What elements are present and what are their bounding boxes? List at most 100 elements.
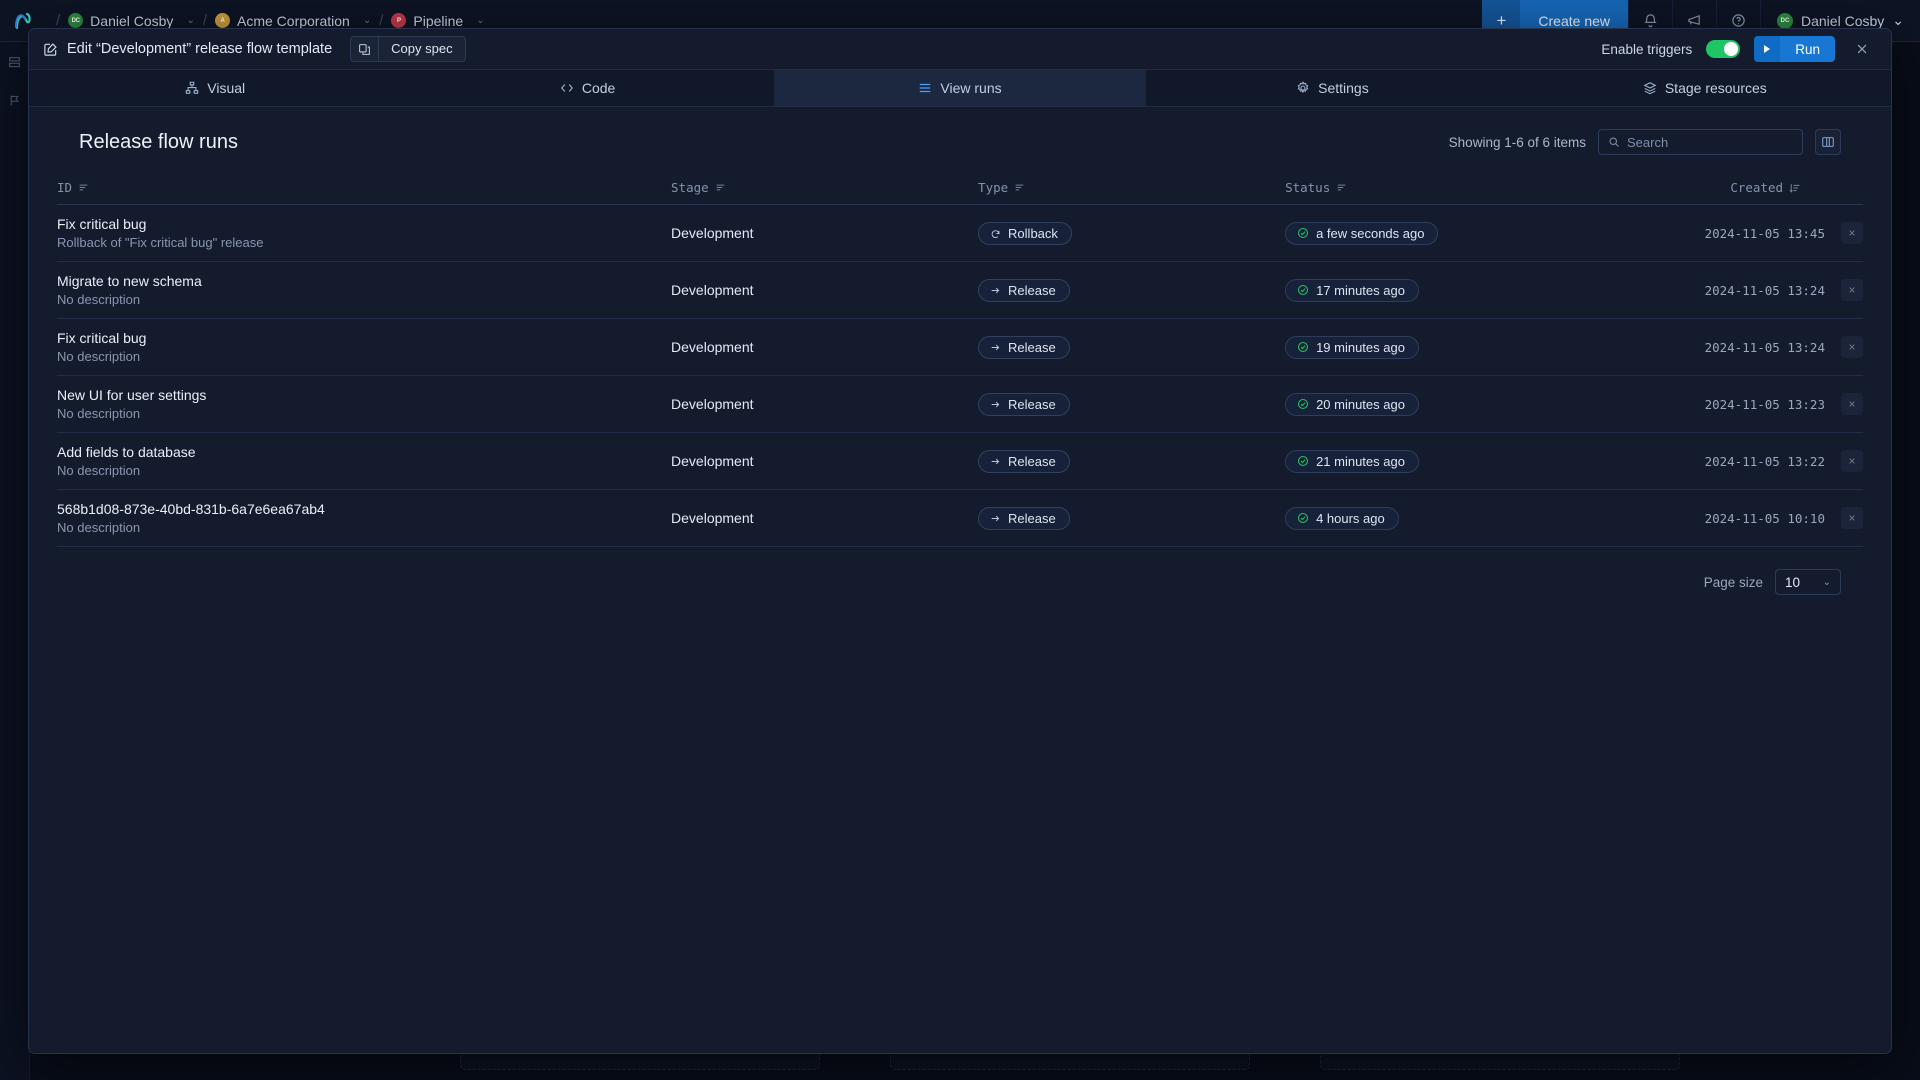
chevron-down-icon[interactable]: ⌄ bbox=[186, 15, 194, 26]
cell-created: 2024-11-05 13:23 × bbox=[1592, 375, 1863, 433]
breadcrumb-label: Pipeline bbox=[413, 12, 464, 29]
table-row[interactable]: Fix critical bug No description Developm… bbox=[57, 318, 1863, 376]
background-sidebar[interactable] bbox=[0, 42, 30, 1080]
org-avatar-icon: A bbox=[215, 13, 230, 28]
cell-created: 2024-11-05 13:24 × bbox=[1592, 261, 1863, 319]
user-avatar-icon: DC bbox=[68, 13, 84, 28]
type-label: Release bbox=[1008, 453, 1056, 469]
table-row[interactable]: Add fields to database No description De… bbox=[57, 432, 1863, 490]
run-label: Run bbox=[1795, 41, 1820, 57]
enable-triggers-toggle[interactable] bbox=[1706, 40, 1741, 58]
breadcrumb-separator: / bbox=[56, 12, 61, 29]
breadcrumb-item-pipeline[interactable]: P Pipeline ⌄ bbox=[391, 12, 485, 29]
column-header-id[interactable]: ID bbox=[57, 171, 672, 205]
check-circle-icon bbox=[1297, 455, 1309, 467]
breadcrumb-label: Daniel Cosby bbox=[90, 12, 174, 29]
check-circle-icon bbox=[1297, 227, 1309, 239]
pencil-square-icon bbox=[43, 42, 58, 57]
user-name: Daniel Cosby bbox=[1801, 12, 1885, 29]
enable-triggers-label: Enable triggers bbox=[1601, 41, 1693, 57]
chevron-down-icon[interactable]: ⌄ bbox=[1892, 12, 1904, 29]
run-description: No description bbox=[57, 463, 141, 478]
column-header-created[interactable]: Created bbox=[1592, 171, 1863, 205]
status-label: 21 minutes ago bbox=[1316, 453, 1405, 469]
cell-stage: Development bbox=[671, 204, 979, 262]
arrow-right-icon bbox=[990, 342, 1001, 353]
cell-id: Migrate to new schema No description bbox=[57, 261, 672, 319]
column-header-type[interactable]: Type bbox=[978, 171, 1286, 205]
cell-status: 19 minutes ago bbox=[1285, 318, 1593, 376]
tab-stage-resources[interactable]: Stage resources bbox=[1519, 70, 1891, 106]
table-row[interactable]: 568b1d08-873e-40bd-831b-6a7e6ea67ab4 No … bbox=[57, 489, 1863, 547]
columns-icon[interactable] bbox=[1815, 129, 1841, 155]
search-input[interactable] bbox=[1627, 134, 1793, 150]
table-row[interactable]: New UI for user settings No description … bbox=[57, 375, 1863, 433]
remove-row-button[interactable]: × bbox=[1841, 507, 1863, 529]
body-header: Release flow runs Showing 1-6 of 6 items bbox=[57, 107, 1863, 171]
table-row[interactable]: Fix critical bug Rollback of "Fix critic… bbox=[57, 204, 1863, 262]
remove-row-button[interactable]: × bbox=[1841, 222, 1863, 244]
run-description: No description bbox=[57, 349, 141, 364]
tab-label: View runs bbox=[940, 80, 1002, 96]
gear-icon bbox=[1296, 81, 1310, 95]
cell-type: Release bbox=[978, 318, 1286, 376]
page-size-select[interactable]: 10 ⌄ bbox=[1775, 569, 1841, 595]
sort-desc-icon[interactable] bbox=[1789, 182, 1801, 194]
status-label: 4 hours ago bbox=[1316, 510, 1385, 526]
tab-visual[interactable]: Visual bbox=[29, 70, 401, 106]
sidebar-icon-stack[interactable] bbox=[8, 56, 21, 72]
page-size-label: Page size bbox=[1703, 574, 1763, 590]
close-icon[interactable] bbox=[1849, 36, 1875, 62]
status-badge: 20 minutes ago bbox=[1285, 392, 1419, 416]
arrow-right-icon bbox=[990, 285, 1001, 296]
modal-body: Release flow runs Showing 1-6 of 6 items bbox=[29, 107, 1891, 1053]
sort-icon[interactable] bbox=[1336, 182, 1347, 193]
column-header-stage[interactable]: Stage bbox=[671, 171, 979, 205]
breadcrumb-item-user[interactable]: DC Daniel Cosby ⌄ bbox=[68, 13, 195, 29]
chevron-down-icon[interactable]: ⌄ bbox=[363, 15, 371, 26]
column-header-status[interactable]: Status bbox=[1285, 171, 1593, 205]
remove-row-button[interactable]: × bbox=[1841, 336, 1863, 358]
copy-icon[interactable] bbox=[351, 37, 380, 61]
run-description: No description bbox=[57, 520, 141, 535]
chevron-down-icon[interactable]: ⌄ bbox=[476, 15, 484, 26]
showing-count: Showing 1-6 of 6 items bbox=[1448, 134, 1586, 150]
table-row[interactable]: Migrate to new schema No description Dev… bbox=[57, 261, 1863, 319]
remove-row-button[interactable]: × bbox=[1841, 279, 1863, 301]
breadcrumb-item-org[interactable]: A Acme Corporation ⌄ bbox=[215, 13, 371, 29]
cell-id: Fix critical bug Rollback of "Fix critic… bbox=[57, 204, 672, 262]
tab-code[interactable]: Code bbox=[401, 70, 773, 106]
cell-stage: Development bbox=[671, 261, 979, 319]
avatar: DC bbox=[1777, 12, 1793, 29]
modal-header: Edit “Development” release flow template… bbox=[29, 29, 1891, 69]
cell-status: 21 minutes ago bbox=[1285, 432, 1593, 490]
arrow-right-icon bbox=[990, 513, 1001, 524]
play-icon[interactable] bbox=[1754, 36, 1781, 62]
copy-spec-button[interactable]: Copy spec bbox=[350, 36, 466, 62]
sort-icon[interactable] bbox=[78, 182, 89, 193]
body-header-controls: Showing 1-6 of 6 items bbox=[1449, 129, 1841, 155]
sort-icon[interactable] bbox=[715, 182, 726, 193]
check-circle-icon bbox=[1297, 341, 1309, 353]
sidebar-icon-flag[interactable] bbox=[8, 94, 21, 110]
run-button[interactable]: Run bbox=[1754, 36, 1835, 62]
runs-table: ID Stage Type Status Created Fix critica… bbox=[57, 171, 1863, 547]
remove-row-button[interactable]: × bbox=[1841, 450, 1863, 472]
remove-row-button[interactable]: × bbox=[1841, 393, 1863, 415]
page-title: Edit “Development” release flow template bbox=[67, 41, 333, 57]
search-box[interactable] bbox=[1598, 129, 1803, 155]
run-name: Add fields to database bbox=[57, 444, 196, 460]
status-badge: a few seconds ago bbox=[1285, 221, 1439, 245]
app-root: / DC Daniel Cosby ⌄ / A Acme Corporation… bbox=[0, 0, 1920, 1080]
column-label: Type bbox=[978, 180, 1009, 195]
sort-icon[interactable] bbox=[1014, 182, 1025, 193]
chevron-down-icon[interactable]: ⌄ bbox=[1823, 577, 1831, 588]
status-badge: 19 minutes ago bbox=[1285, 335, 1419, 359]
column-label: Created bbox=[1730, 180, 1783, 195]
tab-settings[interactable]: Settings bbox=[1146, 70, 1518, 106]
run-name: New UI for user settings bbox=[57, 387, 207, 403]
run-description: Rollback of "Fix critical bug" release bbox=[57, 235, 264, 250]
tab-view-runs[interactable]: View runs bbox=[773, 70, 1147, 106]
type-label: Release bbox=[1008, 510, 1056, 526]
status-badge: 21 minutes ago bbox=[1285, 449, 1419, 473]
